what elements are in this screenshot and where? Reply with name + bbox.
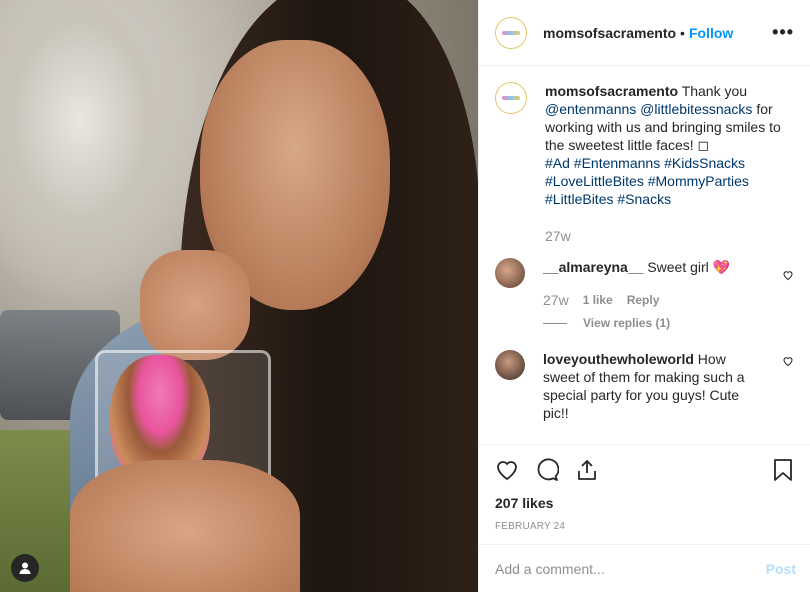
- like-comment-heart-icon[interactable]: [782, 350, 794, 372]
- like-comment-heart-icon[interactable]: [782, 258, 794, 286]
- comment-bubble-icon[interactable]: [535, 458, 559, 482]
- tagged-user-icon[interactable]: [11, 554, 39, 582]
- post-photo[interactable]: [0, 0, 478, 592]
- caption-username[interactable]: momsofsacramento: [545, 83, 678, 99]
- commenter-username[interactable]: loveyouthewholeworld: [543, 351, 694, 367]
- view-replies-label[interactable]: View replies (1): [583, 316, 670, 330]
- more-options-icon[interactable]: •••: [772, 22, 794, 43]
- mention-littlebitessnacks[interactable]: @littlebitessnacks: [640, 101, 752, 117]
- header-separator: •: [680, 24, 685, 41]
- likes-count[interactable]: 207 likes: [495, 495, 794, 511]
- comments-section[interactable]: momsofsacramento Thank you @entenmanns @…: [479, 66, 810, 444]
- bookmark-icon[interactable]: [772, 458, 794, 482]
- comment-text: __almareyna__ Sweet girl 💖: [543, 258, 730, 276]
- replies-divider: [543, 322, 567, 324]
- account-avatar[interactable]: [495, 16, 527, 49]
- account-username[interactable]: momsofsacramento: [543, 25, 676, 41]
- post-sidebar: momsofsacramento • Follow ••• momsofsacr…: [478, 0, 810, 592]
- post-header: momsofsacramento • Follow •••: [479, 0, 810, 66]
- add-comment-bar: Post: [479, 544, 810, 592]
- like-heart-icon[interactable]: [495, 458, 519, 482]
- comment-body: Sweet girl 💖: [647, 259, 731, 275]
- photo-girl-hand: [140, 250, 250, 360]
- caption-time[interactable]: 27w: [545, 228, 794, 244]
- commenter-username[interactable]: __almareyna__: [543, 259, 643, 275]
- photo-girl-lower-hand: [70, 460, 300, 592]
- caption-avatar[interactable]: [495, 82, 527, 114]
- add-comment-input[interactable]: [495, 560, 766, 577]
- commenter-avatar[interactable]: [495, 258, 525, 288]
- post-comment-button[interactable]: Post: [766, 561, 796, 577]
- comment-item: loveyouthewholeworld How sweet of them f…: [495, 350, 794, 422]
- share-icon[interactable]: [575, 458, 599, 482]
- action-icons: [495, 445, 794, 495]
- post-date[interactable]: FEBRUARY 24: [495, 521, 794, 532]
- comment-likes[interactable]: 1 like: [583, 293, 613, 307]
- commenter-avatar[interactable]: [495, 350, 525, 380]
- caption: momsofsacramento Thank you @entenmanns @…: [495, 82, 794, 244]
- comment-text: loveyouthewholeworld How sweet of them f…: [543, 350, 755, 422]
- post-actions: 207 likes FEBRUARY 24: [479, 444, 810, 548]
- comment-time[interactable]: 27w: [543, 292, 569, 308]
- caption-hashtags[interactable]: #Ad #Entenmanns #KidsSnacks #LoveLittleB…: [545, 155, 749, 207]
- follow-button[interactable]: Follow: [689, 25, 733, 41]
- comment-item: __almareyna__ Sweet girl 💖 27w 1 like Re…: [495, 258, 794, 308]
- caption-text: momsofsacramento Thank you @entenmanns @…: [545, 82, 794, 208]
- view-replies[interactable]: View replies (1): [543, 316, 794, 330]
- caption-text-1: Thank you: [681, 83, 748, 99]
- mention-entenmanns[interactable]: @entenmanns: [545, 101, 636, 117]
- comment-meta: 27w 1 like Reply: [543, 292, 730, 308]
- reply-button[interactable]: Reply: [627, 293, 660, 307]
